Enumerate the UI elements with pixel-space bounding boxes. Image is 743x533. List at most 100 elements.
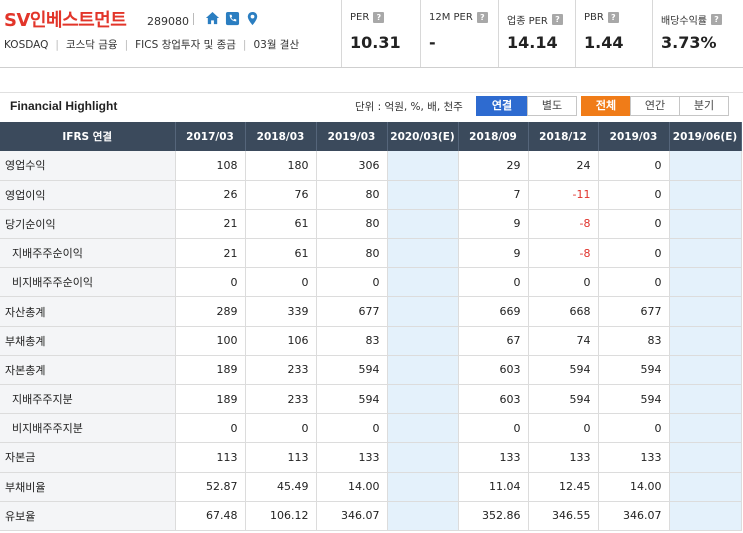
table-cell: 669 bbox=[458, 296, 529, 327]
table-cell bbox=[387, 267, 459, 298]
table-cell: 108 bbox=[175, 151, 246, 181]
table-row: 자본총계 189 233 594 603 594 594 bbox=[0, 355, 742, 386]
table-cell bbox=[387, 413, 459, 444]
column-header: 2020/03(E) bbox=[387, 122, 459, 151]
table-cell: 233 bbox=[245, 355, 317, 386]
header-icons bbox=[205, 11, 260, 26]
table-cell: 0 bbox=[245, 267, 317, 298]
separate-button[interactable]: 별도 bbox=[527, 96, 577, 116]
help-icon[interactable]: ? bbox=[607, 12, 619, 23]
period-toggle: 전체 연간 분기 bbox=[581, 96, 729, 116]
annual-button[interactable]: 연간 bbox=[630, 96, 680, 116]
table-cell: 339 bbox=[245, 296, 317, 327]
table-cell: 106 bbox=[245, 326, 317, 356]
table-cell: 0 bbox=[245, 413, 317, 444]
table-cell: 133 bbox=[528, 442, 599, 473]
row-label[interactable]: 영업수익 bbox=[0, 151, 176, 181]
table-cell bbox=[387, 151, 459, 181]
row-label[interactable]: 부채총계 bbox=[0, 326, 176, 356]
column-header: IFRS 연결 bbox=[0, 122, 176, 151]
table-cell bbox=[669, 296, 742, 327]
table-cell: 14.00 bbox=[598, 472, 670, 502]
row-label[interactable]: 자산총계 bbox=[0, 296, 176, 327]
row-label[interactable]: 유보율 bbox=[0, 501, 176, 531]
all-period-button[interactable]: 전체 bbox=[581, 96, 631, 116]
table-cell: -8 bbox=[528, 238, 599, 269]
table-row: 부채비율 52.87 45.49 14.00 11.04 12.45 14.00 bbox=[0, 472, 742, 502]
consolidated-button[interactable]: 연결 bbox=[476, 96, 528, 116]
metric-value: 1.44 bbox=[584, 33, 624, 52]
table-cell: 180 bbox=[245, 151, 317, 181]
table-row: 지배주주지분 189 233 594 603 594 594 bbox=[0, 384, 742, 415]
table-cell: 594 bbox=[598, 355, 670, 386]
column-header: 2019/03 bbox=[316, 122, 388, 151]
metric-industry-per: 업종 PER? 14.14 bbox=[498, 0, 575, 67]
column-header: 2017/03 bbox=[175, 122, 246, 151]
row-label[interactable]: 자본금 bbox=[0, 442, 176, 473]
column-header: 2018/09 bbox=[458, 122, 529, 151]
table-row: 당기순이익 21 61 80 9 -8 0 bbox=[0, 209, 742, 240]
row-label[interactable]: 비지배주주지분 bbox=[0, 413, 176, 444]
table-cell: 61 bbox=[245, 209, 317, 240]
row-label[interactable]: 부채비율 bbox=[0, 472, 176, 502]
row-label[interactable]: 영업이익 bbox=[0, 180, 176, 210]
row-label[interactable]: 비지배주주순이익 bbox=[0, 267, 176, 298]
table-cell: 677 bbox=[316, 296, 388, 327]
section-title: Financial Highlight bbox=[10, 99, 118, 113]
help-icon[interactable]: ? bbox=[373, 12, 385, 23]
fics-label: FICS 창업투자 및 종금 bbox=[135, 39, 236, 51]
table-cell: 189 bbox=[175, 355, 246, 386]
table-cell bbox=[387, 501, 459, 531]
phone-icon[interactable] bbox=[225, 11, 240, 26]
row-label[interactable]: 당기순이익 bbox=[0, 209, 176, 240]
table-cell: 289 bbox=[175, 296, 246, 327]
table-cell: 67 bbox=[458, 326, 529, 356]
table-row: 유보율 67.48 106.12 346.07 352.86 346.55 346.07 bbox=[0, 501, 742, 531]
table-row: 자산총계 289 339 677 669 668 677 bbox=[0, 296, 742, 327]
stock-header: SV인베스트먼트 289080 KOSDAQ | 코스닥 금융 | FICS 창업투자 … bbox=[0, 0, 743, 68]
table-row: 영업수익 108 180 306 29 24 0 bbox=[0, 151, 742, 181]
table-cell: 0 bbox=[598, 267, 670, 298]
table-cell bbox=[669, 180, 742, 210]
table-cell bbox=[669, 442, 742, 473]
table-cell: 0 bbox=[528, 413, 599, 444]
company-name[interactable]: SV인베스트먼트 bbox=[4, 6, 127, 32]
help-icon[interactable]: ? bbox=[476, 12, 488, 23]
table-cell: 0 bbox=[175, 413, 246, 444]
table-cell bbox=[387, 296, 459, 327]
table-cell bbox=[669, 267, 742, 298]
table-cell bbox=[387, 355, 459, 386]
table-row: 지배주주순이익 21 61 80 9 -8 0 bbox=[0, 238, 742, 269]
statement-type-toggle: 연결 별도 bbox=[476, 96, 577, 116]
table-cell: 113 bbox=[175, 442, 246, 473]
unit-label: 단위 : 억원, %, 배, 천주 bbox=[355, 101, 463, 113]
table-cell: 76 bbox=[245, 180, 317, 210]
table-cell: 61 bbox=[245, 238, 317, 269]
home-icon[interactable] bbox=[205, 11, 220, 26]
table-cell: 11.04 bbox=[458, 472, 529, 502]
table-cell: 189 bbox=[175, 384, 246, 415]
table-cell bbox=[669, 355, 742, 386]
metric-value: 14.14 bbox=[507, 33, 558, 52]
table-cell: 594 bbox=[528, 384, 599, 415]
table-cell: 106.12 bbox=[245, 501, 317, 531]
table-cell: 0 bbox=[458, 267, 529, 298]
financial-toolbar: Financial Highlight 단위 : 억원, %, 배, 천주 연결… bbox=[0, 92, 743, 120]
metric-label: 배당수익률 bbox=[661, 16, 707, 27]
table-cell: 594 bbox=[316, 355, 388, 386]
table-cell: 14.00 bbox=[316, 472, 388, 502]
help-icon[interactable]: ? bbox=[551, 14, 563, 25]
table-cell: 67.48 bbox=[175, 501, 246, 531]
table-cell: 0 bbox=[598, 151, 670, 181]
row-label[interactable]: 자본총계 bbox=[0, 355, 176, 386]
table-cell bbox=[387, 326, 459, 356]
quarterly-button[interactable]: 분기 bbox=[679, 96, 729, 116]
table-cell: 306 bbox=[316, 151, 388, 181]
metric-value: 3.73% bbox=[661, 33, 717, 52]
table-cell bbox=[669, 238, 742, 269]
row-label[interactable]: 지배주주지분 bbox=[0, 384, 176, 415]
table-cell bbox=[669, 472, 742, 502]
row-label[interactable]: 지배주주순이익 bbox=[0, 238, 176, 269]
location-pin-icon[interactable] bbox=[245, 11, 260, 26]
help-icon[interactable]: ? bbox=[711, 14, 722, 25]
